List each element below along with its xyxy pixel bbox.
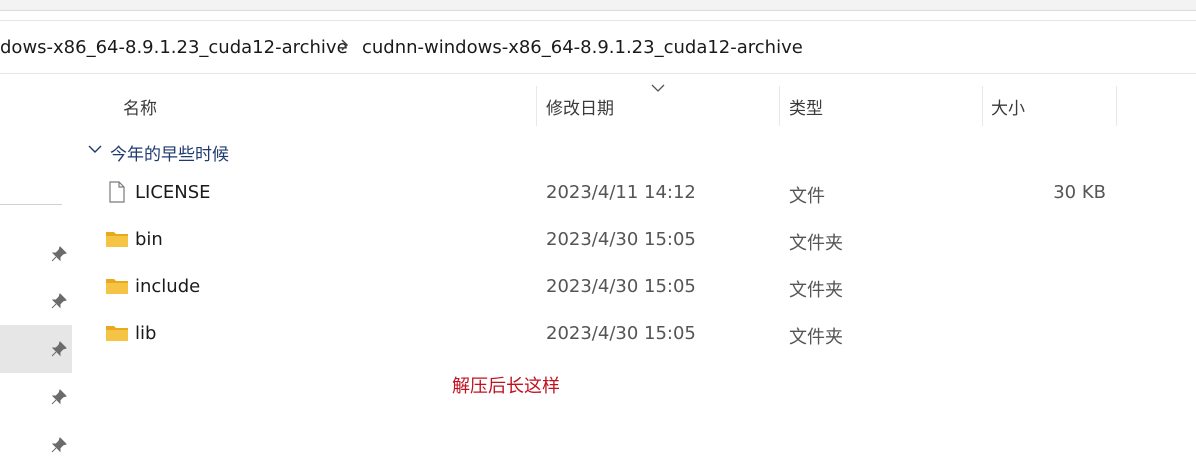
column-header-size[interactable]: 大小 bbox=[991, 94, 1025, 119]
file-name: lib bbox=[135, 323, 157, 344]
breadcrumb[interactable]: dows-x86_64-8.9.1.23_cuda12-archive cudn… bbox=[0, 21, 1196, 74]
file-date: 2023/4/11 14:12 bbox=[546, 182, 696, 203]
window-top-strip bbox=[0, 0, 1196, 11]
pin-icon[interactable] bbox=[51, 389, 67, 405]
file-type: 文件夹 bbox=[789, 233, 843, 254]
file-size: 30 KB bbox=[1053, 182, 1106, 203]
column-header-name[interactable]: 名称 bbox=[123, 94, 157, 119]
pin-icon[interactable] bbox=[51, 246, 67, 262]
folder-icon bbox=[106, 326, 128, 341]
chevron-down-icon bbox=[88, 145, 102, 153]
file-icon bbox=[109, 181, 125, 203]
file-row[interactable]: include 2023/4/30 15:05 文件夹 bbox=[80, 266, 1120, 306]
file-date: 2023/4/30 15:05 bbox=[546, 276, 696, 297]
file-name: LICENSE bbox=[135, 182, 211, 203]
pin-icon[interactable] bbox=[51, 293, 67, 309]
column-divider[interactable] bbox=[1116, 86, 1117, 126]
folder-icon bbox=[106, 279, 128, 294]
column-divider[interactable] bbox=[779, 86, 780, 126]
file-type: 文件 bbox=[789, 186, 825, 207]
file-row[interactable]: bin 2023/4/30 15:05 文件夹 bbox=[80, 219, 1120, 259]
file-name: include bbox=[135, 276, 201, 297]
file-row[interactable]: LICENSE 2023/4/11 14:12 文件 30 KB bbox=[80, 172, 1120, 212]
folder-icon bbox=[106, 232, 128, 247]
breadcrumb-parent[interactable]: dows-x86_64-8.9.1.23_cuda12-archive bbox=[0, 37, 348, 58]
file-type: 文件夹 bbox=[789, 280, 843, 301]
pin-icon[interactable] bbox=[51, 341, 67, 357]
navigation-pane bbox=[0, 74, 75, 458]
divider bbox=[0, 204, 62, 205]
column-divider[interactable] bbox=[536, 86, 537, 126]
column-header-date[interactable]: 修改日期 bbox=[546, 94, 614, 119]
pin-icon[interactable] bbox=[51, 437, 67, 453]
file-date: 2023/4/30 15:05 bbox=[546, 323, 696, 344]
group-label: 今年的早些时候 bbox=[110, 145, 229, 165]
file-date: 2023/4/30 15:05 bbox=[546, 229, 696, 250]
file-name: bin bbox=[135, 229, 163, 250]
column-divider[interactable] bbox=[982, 86, 983, 126]
chevron-right-icon bbox=[341, 39, 349, 51]
column-header-type[interactable]: 类型 bbox=[789, 94, 823, 119]
file-type: 文件夹 bbox=[789, 327, 843, 348]
annotation-text: 解压后长这样 bbox=[452, 376, 560, 397]
breadcrumb-current[interactable]: cudnn-windows-x86_64-8.9.1.23_cuda12-arc… bbox=[362, 37, 803, 58]
sort-chevron-down-icon bbox=[651, 84, 665, 92]
file-row[interactable]: lib 2023/4/30 15:05 文件夹 bbox=[80, 313, 1120, 353]
